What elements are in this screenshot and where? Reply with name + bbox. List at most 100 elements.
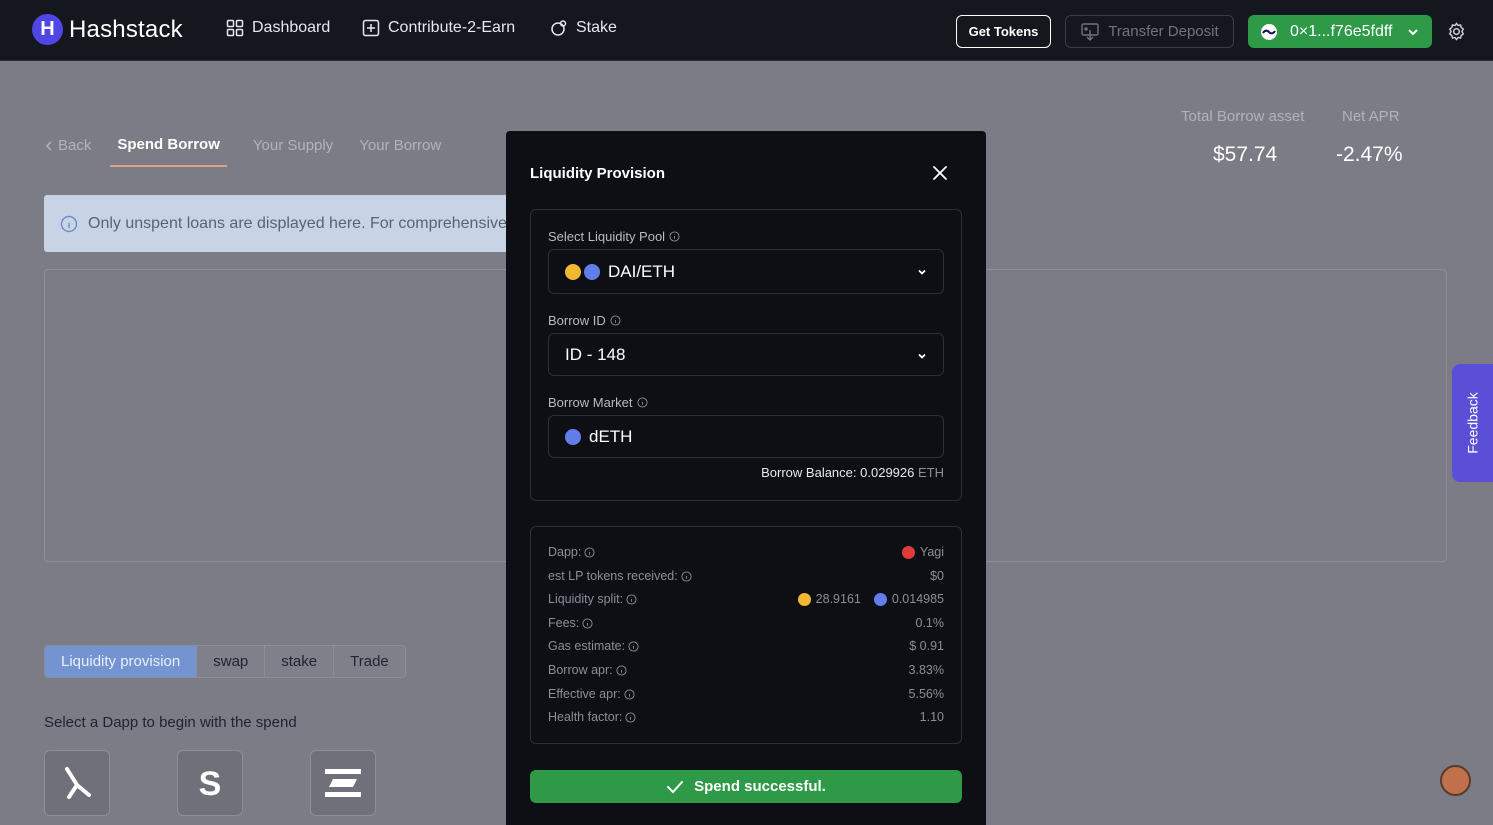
detail-liquidity-split: Liquidity split: 28.9161 0.014985 [548,592,944,606]
back-link[interactable]: Back [44,137,91,166]
tab-your-borrow[interactable]: Your Borrow [359,137,441,166]
health-label: Health factor: [548,710,623,724]
detail-fees: Fees: 0.1% [548,616,944,630]
net-apr-label: Net APR [1342,108,1400,125]
gear-icon[interactable] [1447,22,1466,41]
borrow-id-select[interactable]: ID - 148 [548,333,944,376]
info-icon [582,617,593,629]
support-avatar[interactable] [1440,765,1471,796]
wallet-address: 0×1...f76e5fdff [1290,22,1393,40]
eth-icon [565,428,581,445]
info-icon [60,215,78,232]
info-icon [636,397,648,408]
fees-value: 0.1% [915,616,945,630]
dapp-tile-zklend[interactable] [310,750,376,816]
eth-icon [873,592,887,606]
borrow-balance-unit: ETH [918,465,944,480]
nav-contribute-label: Contribute-2-Earn [388,19,516,36]
feedback-label: Feedback [1464,392,1481,454]
info-icon [624,688,635,700]
liquidity-pool-select[interactable]: DAI/ETH [548,249,944,294]
tab-spend-borrow[interactable]: Spend Borrow [110,136,227,167]
tab-your-supply[interactable]: Your Supply [253,137,333,166]
detail-lp-tokens: est LP tokens received: $0 [548,569,944,583]
effective-apr-label: Effective apr: [548,687,621,701]
spend-success-button[interactable]: Spend successful. [530,770,962,803]
gas-value: $ 0.91 [909,639,944,653]
borrow-id-label: Borrow ID [548,313,621,328]
info-icon [681,570,692,582]
detail-dapp: Dapp: Yagi [548,545,944,559]
detail-effective-apr: Effective apr: 5.56% [548,687,944,701]
stake-icon [551,20,567,36]
total-borrow-label: Total Borrow asset [1181,108,1305,125]
dapp-tile-jediswap[interactable] [44,750,110,816]
select-dapp-text: Select a Dapp to begin with the spend [44,714,297,731]
nav-dashboard[interactable]: Dashboard [226,19,330,37]
jediswap-logo-icon [65,767,91,799]
borrow-balance-value: 0.029926 [860,465,915,480]
wallet-button[interactable]: 0×1...f76e5fdff [1248,15,1432,48]
info-icon [626,593,637,605]
info-icon [669,231,680,242]
nav-dashboard-label: Dashboard [252,19,331,36]
pool-label-text: Select Liquidity Pool [548,229,666,244]
fees-label: Fees: [548,616,580,630]
pool-label: Select Liquidity Pool [548,229,680,244]
feedback-tab[interactable]: Feedback [1452,364,1493,482]
spend-category-tabs: Liquidity provision swap stake Trade [44,645,406,678]
dai-icon [565,263,581,280]
hashstack-logo-icon: H [32,14,63,45]
split-dai-value: 28.9161 [815,592,861,606]
nav-stake-label: Stake [576,19,617,36]
yagi-icon [901,545,915,559]
svg-text:S: S [199,765,222,801]
page-tabs: Back Spend Borrow Your Supply Your Borro… [44,136,467,167]
info-icon [628,640,639,652]
modal-title: Liquidity Provision [530,165,666,182]
borrow-balance: Borrow Balance: 0.029926 ETH [761,465,944,480]
split-label: Liquidity split: [548,592,624,606]
borrow-id-label-text: Borrow ID [548,313,606,328]
brand-name: Hashstack [69,15,183,43]
net-apr-value: -2.47% [1336,143,1403,166]
borrow-id-value: ID - 148 [565,344,626,364]
dashboard-icon [226,19,244,37]
health-value: 1.10 [919,710,944,724]
tab-swap[interactable]: swap [197,646,266,677]
back-label: Back [58,137,92,154]
lp-value: $0 [930,569,944,583]
close-icon[interactable] [930,163,950,183]
dai-icon [797,592,811,606]
spend-success-label: Spend successful. [694,778,826,795]
pool-value: DAI/ETH [608,261,676,281]
tab-trade[interactable]: Trade [334,646,405,677]
nav-contribute[interactable]: Contribute-2-Earn [362,19,515,37]
dapp-tile-sithswap[interactable]: S [177,750,243,816]
borrow-market-value: dETH [589,426,633,446]
effective-apr-value: 5.56% [908,687,944,701]
transfer-deposit-label: Transfer Deposit [1108,23,1219,40]
transfer-icon [1081,22,1100,41]
tab-stake[interactable]: stake [265,646,335,677]
chevron-left-icon [45,140,52,151]
sithswap-logo-icon: S [199,765,222,801]
transfer-deposit-button[interactable]: Transfer Deposit [1065,15,1234,48]
top-navbar: H Hashstack Dashboard Contribute-2-Earn … [0,0,1493,61]
tab-liquidity-provision[interactable]: Liquidity provision [45,646,198,677]
total-borrow-value: $57.74 [1213,143,1278,166]
transaction-details-card: Dapp: Yagi est LP tokens received: $0 Li… [530,526,962,744]
detail-health-factor: Health factor: 1.10 [548,710,944,724]
borrow-market-field: dETH [548,415,944,458]
nav-stake[interactable]: Stake [550,19,617,37]
liquidity-provision-modal: Liquidity Provision Select Liquidity Poo… [506,131,986,825]
info-icon [584,546,595,558]
get-tokens-button[interactable]: Get Tokens [956,15,1051,48]
dapp-label: Dapp: [548,545,582,559]
zklend-logo-icon [325,769,361,797]
chevron-down-icon [918,353,926,359]
pool-selection-card: Select Liquidity Pool DAI/ETH Borrow ID … [530,209,962,501]
borrow-market-label-text: Borrow Market [548,395,633,410]
dapp-value: Yagi [919,545,944,559]
brand-logo[interactable]: H Hashstack [32,14,183,45]
